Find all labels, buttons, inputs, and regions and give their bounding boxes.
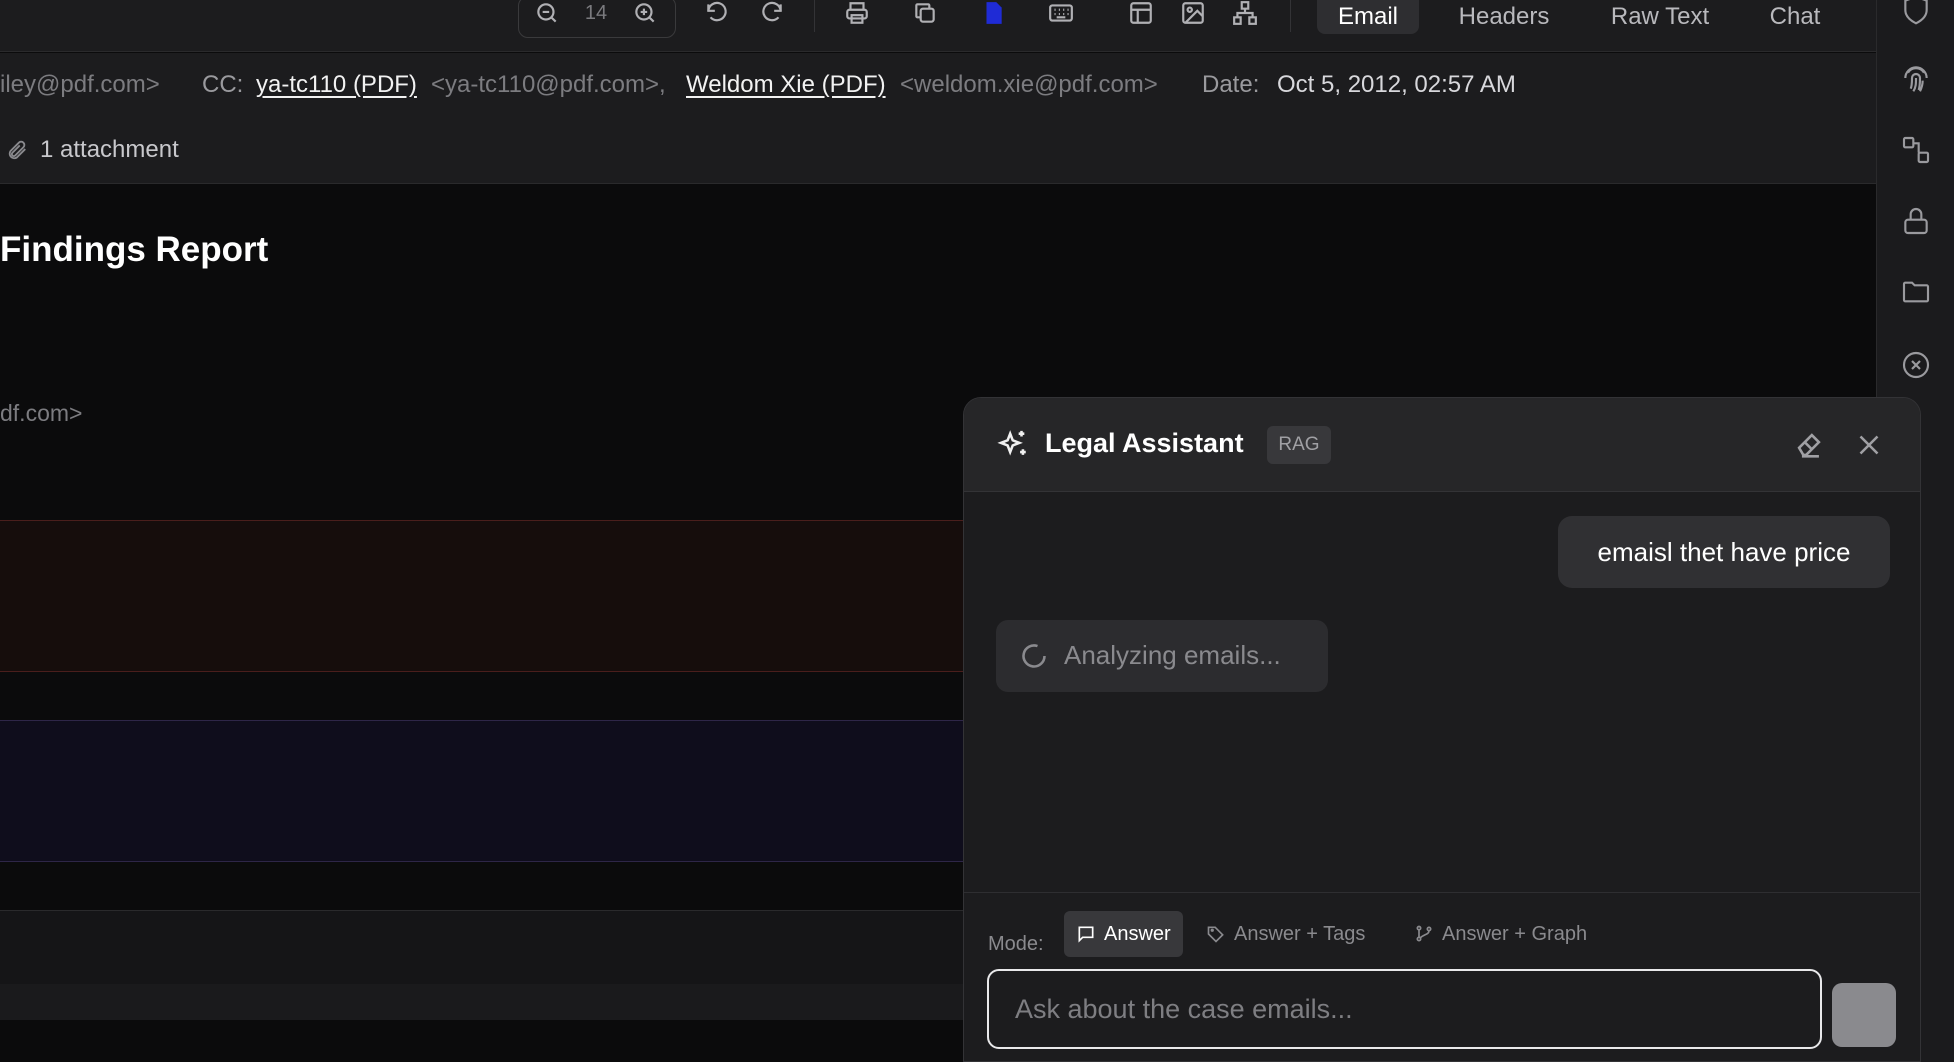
toolbar-divider [814, 0, 815, 32]
shield-icon[interactable] [1898, 0, 1934, 28]
cc-recipient-name[interactable]: Weldom Xie (PDF) [686, 71, 886, 99]
cc-recipient-address: <ya-tc110@pdf.com>, [431, 71, 666, 98]
sparkles-icon [997, 430, 1026, 456]
close-circle-icon[interactable] [1898, 347, 1934, 383]
user-message: emaisl thet have price [1558, 516, 1890, 588]
loading-indicator: Analyzing emails... [996, 620, 1328, 692]
assistant-header: Legal Assistant RAG [964, 398, 1920, 492]
tab-chat[interactable]: Chat [1758, 0, 1832, 34]
zoom-level: 14 [584, 2, 608, 24]
undo-icon[interactable] [702, 0, 732, 28]
from-address: iley@pdf.com> [0, 71, 160, 98]
loading-text: Analyzing emails... [1064, 640, 1281, 670]
email-body-title: Findings Report [0, 230, 269, 269]
cc-recipient-name[interactable]: ya-tc110 (PDF) [256, 71, 417, 99]
date-value: Oct 5, 2012, 02:57 AM [1277, 71, 1516, 98]
message-square-icon [1078, 926, 1094, 943]
attachment-row [0, 118, 1876, 184]
tab-email[interactable]: Email [1317, 0, 1419, 34]
toolbar-divider [1290, 0, 1291, 32]
keyboard-icon[interactable] [1046, 0, 1076, 28]
highlight-document-icon[interactable] [978, 0, 1008, 28]
mode-answer-graph-label: Answer + Graph [1442, 922, 1588, 945]
highlight-band-red [0, 520, 965, 672]
tab-headers[interactable]: Headers [1446, 0, 1562, 34]
body-footer-strip [0, 984, 965, 1020]
rag-badge: RAG [1267, 426, 1331, 464]
mode-label: Mode: [988, 933, 1044, 955]
tag-icon [1207, 926, 1224, 943]
cc-label: CC: [202, 71, 244, 98]
close-icon[interactable] [1852, 428, 1886, 462]
copy-icon[interactable] [910, 0, 940, 28]
redo-icon[interactable] [757, 0, 787, 28]
paperclip-icon [8, 140, 26, 160]
mode-answer-label: Answer [1104, 922, 1171, 945]
assistant-title: Legal Assistant [1045, 428, 1244, 458]
assistant-footer: Mode: Answer Answer + Tags Answer + Grap… [964, 892, 1920, 1061]
date-label: Date: [1202, 71, 1260, 98]
cc-recipient-address: <weldom.xie@pdf.com> [900, 71, 1158, 98]
mode-answer-graph-button[interactable]: Answer + Graph [1402, 911, 1599, 957]
body-footer-strip [0, 910, 965, 984]
table-icon[interactable] [1126, 0, 1156, 28]
sitemap-icon[interactable] [1230, 0, 1260, 28]
link-nodes-icon[interactable] [1898, 132, 1934, 168]
zoom-out-icon[interactable] [532, 0, 562, 28]
email-meta-row: iley@pdf.com> CC: ya-tc110 (PDF) <ya-tc1… [0, 53, 1876, 118]
email-body-address: df.com> [0, 400, 83, 426]
mode-answer-tags-button[interactable]: Answer + Tags [1194, 911, 1377, 957]
zoom-in-icon[interactable] [630, 0, 660, 28]
spinner-icon [1022, 644, 1046, 668]
toolbar: 14 Email Headers Raw Text Chat [0, 0, 1876, 52]
git-branch-icon [1416, 925, 1432, 942]
attachment-count[interactable]: 1 attachment [40, 136, 179, 164]
print-icon[interactable] [842, 0, 872, 28]
folder-icon[interactable] [1898, 274, 1934, 310]
eraser-icon[interactable] [1792, 428, 1826, 462]
legal-assistant-panel: Legal Assistant RAG emaisl thet have pri… [963, 397, 1921, 1062]
image-icon[interactable] [1178, 0, 1208, 28]
lock-icon[interactable] [1898, 203, 1934, 239]
mode-answer-tags-label: Answer + Tags [1234, 922, 1366, 945]
ask-input[interactable] [987, 969, 1822, 1049]
mode-answer-button[interactable]: Answer [1064, 911, 1183, 957]
send-button[interactable] [1832, 983, 1896, 1047]
highlight-band-purple [0, 720, 965, 862]
fingerprint-icon[interactable] [1898, 60, 1934, 96]
tab-raw-text[interactable]: Raw Text [1596, 0, 1724, 34]
